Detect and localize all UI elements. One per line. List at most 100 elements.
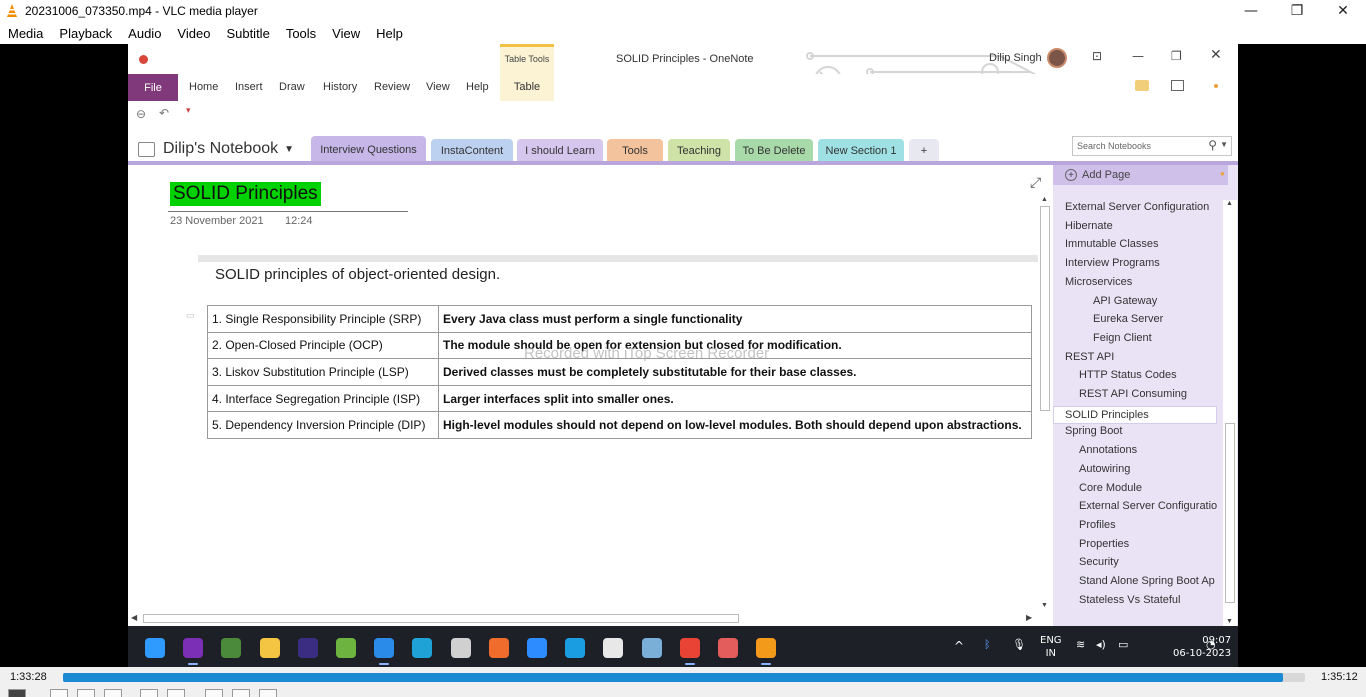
app-icon[interactable] xyxy=(450,638,471,658)
playlist-button[interactable] xyxy=(205,689,223,697)
menu-playback[interactable]: Playback xyxy=(51,26,120,41)
onenote-close-icon[interactable]: ✕ xyxy=(1210,47,1222,63)
scroll-up-icon[interactable]: ▲ xyxy=(1041,196,1048,203)
table-row[interactable]: 4. Interface Segregation Principle (ISP)… xyxy=(207,384,1032,413)
loop-button[interactable] xyxy=(232,689,250,697)
page-list-item[interactable]: Autowiring xyxy=(1079,463,1238,475)
principle-cell[interactable]: 3. Liskov Substitution Principle (LSP) xyxy=(207,358,439,386)
chrome-icon[interactable] xyxy=(679,638,700,658)
menu-tools[interactable]: Tools xyxy=(278,26,324,41)
ribbon-display-icon[interactable]: ⊡ xyxy=(1092,49,1102,63)
principle-cell[interactable]: 4. Interface Segregation Principle (ISP) xyxy=(207,384,439,413)
seek-bar[interactable] xyxy=(63,673,1305,682)
snipping-icon[interactable] xyxy=(718,638,738,658)
page-list-item[interactable]: REST API xyxy=(1065,351,1225,363)
postman-icon[interactable] xyxy=(488,638,509,658)
note-container-handle[interactable] xyxy=(198,255,1038,262)
close-button[interactable]: ✕ xyxy=(1320,0,1366,22)
page-list-item[interactable]: Spring Boot xyxy=(1065,425,1225,437)
file-explorer-icon[interactable] xyxy=(259,638,280,658)
solid-table[interactable]: 1. Single Responsibility Principle (SRP)… xyxy=(207,305,1032,439)
page-horizontal-scrollbar[interactable]: ◀ ▶ xyxy=(128,611,1038,626)
section-tab[interactable]: I should Learn xyxy=(517,139,603,163)
menu-help[interactable]: Help xyxy=(368,26,411,41)
add-section-button[interactable]: + xyxy=(909,139,939,163)
tab-help[interactable]: Help xyxy=(466,81,489,93)
scroll-right-icon[interactable]: ▶ xyxy=(1026,613,1032,622)
page-list-item[interactable]: SOLID Principles xyxy=(1053,405,1217,424)
show-hidden-icons-icon[interactable]: ^ xyxy=(954,639,964,653)
previous-button[interactable] xyxy=(50,689,68,697)
table-row[interactable]: 5. Dependency Inversion Principle (DIP) H… xyxy=(207,411,1032,439)
notification-bell-icon[interactable]: ◔ xyxy=(1206,638,1216,651)
menu-audio[interactable]: Audio xyxy=(120,26,169,41)
avatar[interactable] xyxy=(1047,48,1067,68)
extended-settings-button[interactable] xyxy=(167,689,185,697)
tab-insert[interactable]: Insert xyxy=(235,81,263,93)
shuffle-button[interactable] xyxy=(259,689,277,697)
fullscreen-button[interactable] xyxy=(140,689,158,697)
page-vertical-scrollbar[interactable]: ▲ ▼ xyxy=(1038,196,1052,610)
comment-icon[interactable] xyxy=(1171,80,1184,91)
table-move-handle-icon[interactable]: ▭ xyxy=(186,310,195,321)
description-cell[interactable]: Derived classes must be completely subst… xyxy=(438,358,1032,386)
principle-cell[interactable]: 1. Single Responsibility Principle (SRP) xyxy=(207,305,439,333)
menu-subtitle[interactable]: Subtitle xyxy=(218,26,277,41)
notebook-icon[interactable] xyxy=(1135,80,1149,91)
customize-icon[interactable]: ▾ xyxy=(186,106,191,116)
notebook-selector[interactable]: Dilip's Notebook ▼ xyxy=(138,140,294,158)
pane-pin-icon[interactable]: ● xyxy=(1220,169,1225,178)
edge-icon[interactable] xyxy=(565,638,586,658)
page-list-item[interactable]: Core Module xyxy=(1079,482,1238,494)
page-list-item[interactable]: Eureka Server xyxy=(1093,313,1238,325)
principle-cell[interactable]: 2. Open-Closed Principle (OCP) xyxy=(207,331,439,360)
menu-video[interactable]: Video xyxy=(169,26,218,41)
page-list-item[interactable]: Immutable Classes xyxy=(1065,238,1225,250)
expand-icon[interactable]: ⤢ xyxy=(1030,175,1041,191)
tab-history[interactable]: History xyxy=(323,81,357,93)
page-list-item[interactable]: External Server Configuratio xyxy=(1079,500,1238,512)
play-pause-button[interactable] xyxy=(8,689,26,697)
tab-home[interactable]: Home xyxy=(189,81,218,93)
page-list-item[interactable]: API Gateway xyxy=(1093,295,1238,307)
section-tab[interactable]: To Be Delete xyxy=(735,139,813,163)
page-list-item[interactable]: Annotations xyxy=(1079,444,1238,456)
windows-start-icon[interactable] xyxy=(145,638,165,658)
section-tab[interactable]: Teaching xyxy=(668,139,730,163)
minimize-button[interactable]: — xyxy=(1228,0,1274,22)
tab-draw[interactable]: Draw xyxy=(279,81,305,93)
menu-media[interactable]: Media xyxy=(0,26,51,41)
page-list-item[interactable]: Properties xyxy=(1079,538,1238,550)
pages-scroll-up-icon[interactable]: ▲ xyxy=(1226,200,1233,207)
page-list-item[interactable]: Interview Programs xyxy=(1065,257,1225,269)
onenote-icon[interactable] xyxy=(183,638,204,658)
undo-icon[interactable]: ↶ xyxy=(159,106,169,120)
bluetooth-icon[interactable]: ᛒ xyxy=(984,638,991,651)
menu-view[interactable]: View xyxy=(324,26,368,41)
page-list-item[interactable]: Security xyxy=(1079,556,1238,568)
notepad-icon[interactable] xyxy=(221,638,242,658)
page-list-item[interactable]: HTTP Status Codes xyxy=(1079,369,1238,381)
next-button[interactable] xyxy=(104,689,122,697)
note-heading[interactable]: SOLID principles of object-oriented desi… xyxy=(215,266,500,283)
battery-icon[interactable]: ▭ xyxy=(1118,638,1128,651)
page-title[interactable]: SOLID Principles xyxy=(170,182,321,206)
page-list-item[interactable]: Hibernate xyxy=(1065,220,1225,232)
description-cell[interactable]: Every Java class must perform a single f… xyxy=(438,305,1032,333)
spring-tool-icon[interactable] xyxy=(336,638,356,658)
notification-icon[interactable] xyxy=(1214,84,1218,88)
tab-table[interactable]: Table xyxy=(500,74,554,101)
volume-icon[interactable]: ◂) xyxy=(1096,638,1106,651)
microphone-icon[interactable]: 🎙 xyxy=(1012,638,1026,651)
onenote-minimize-icon[interactable]: — xyxy=(1132,49,1144,63)
maximize-button[interactable]: ❐ xyxy=(1274,0,1320,22)
network-icon[interactable] xyxy=(641,638,662,658)
canva-icon[interactable] xyxy=(412,638,433,658)
table-row[interactable]: 1. Single Responsibility Principle (SRP)… xyxy=(207,305,1032,333)
pages-scroll-thumb[interactable] xyxy=(1225,423,1235,603)
search-scope-dropdown-icon[interactable]: ▼ xyxy=(1220,140,1228,149)
user-name[interactable]: Dilip Singh xyxy=(989,52,1042,64)
clock[interactable]: 09:07 06-10-2023 xyxy=(1173,634,1231,660)
page-list-item[interactable]: REST API Consuming xyxy=(1079,388,1238,400)
page-list-item[interactable]: Profiles xyxy=(1079,519,1238,531)
